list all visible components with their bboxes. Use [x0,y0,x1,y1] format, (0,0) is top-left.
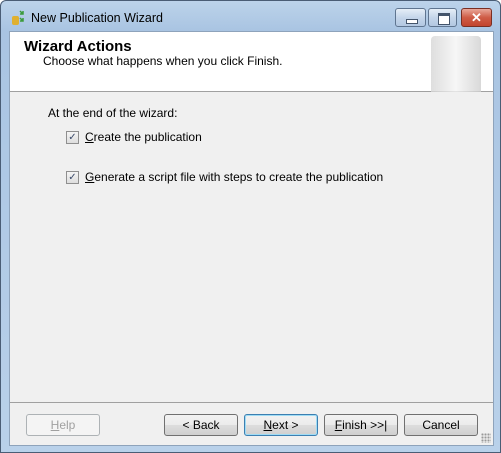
minimize-button[interactable] [395,8,426,27]
next-button[interactable]: Next > [244,414,318,436]
page-title: Wizard Actions [24,38,132,55]
create-publication-checkbox[interactable]: ✓ Create the publication [66,130,202,144]
end-of-wizard-label: At the end of the wizard: [48,106,178,120]
help-button[interactable]: Help [26,414,100,436]
cancel-button[interactable]: Cancel [404,414,478,436]
page-subtitle: Choose what happens when you click Finis… [43,54,283,68]
window-title: New Publication Wizard [31,11,163,25]
wizard-window: New Publication Wizard ✕ Wizard Actions … [0,0,501,453]
wizard-header: Wizard Actions Choose what happens when … [10,32,493,92]
resize-grip[interactable] [481,433,491,443]
checkbox-label: Generate a script file with steps to cre… [85,170,384,184]
finish-button[interactable]: Finish >>| [324,414,398,436]
wizard-content: Wizard Actions Choose what happens when … [9,31,494,446]
generate-script-checkbox[interactable]: ✓ Generate a script file with steps to c… [66,170,383,184]
close-button[interactable]: ✕ [461,8,492,27]
close-icon: ✕ [471,10,482,25]
maximize-button[interactable] [428,8,457,27]
footer-divider [10,402,493,403]
wizard-book-icon [431,36,481,92]
publication-icon [12,10,24,25]
back-button[interactable]: < Back [164,414,238,436]
checkbox-checked-icon[interactable]: ✓ [66,170,79,184]
checkbox-label: Create the publication [85,130,202,144]
checkbox-checked-icon[interactable]: ✓ [66,130,79,144]
